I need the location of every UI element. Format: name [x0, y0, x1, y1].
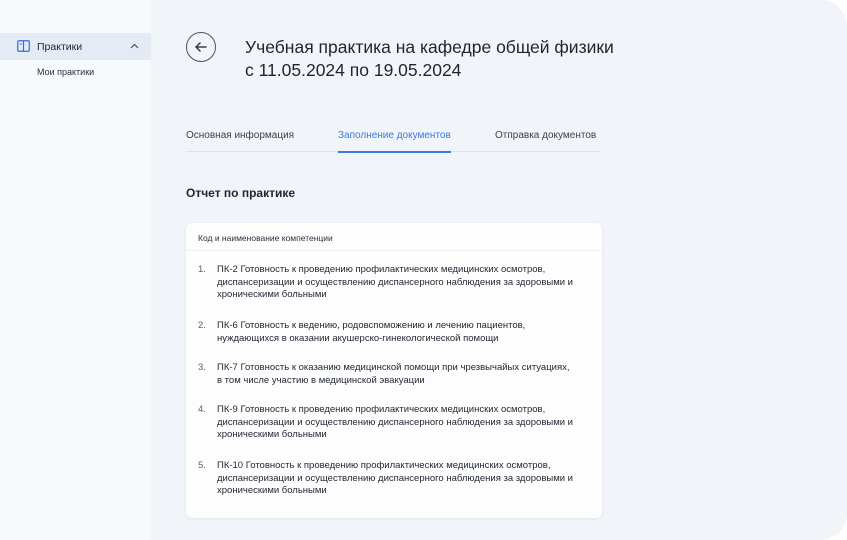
item-number: 1.	[198, 264, 206, 275]
tab-bar: Основная информация Заполнение документо…	[186, 124, 601, 153]
page-title-line2: с 11.05.2024 по 19.05.2024	[245, 60, 462, 80]
tab-fill-documents[interactable]: Заполнение документов	[338, 130, 451, 141]
sidebar: Практики Мои практики	[0, 0, 151, 540]
sidebar-group-practices[interactable]: Практики	[0, 33, 151, 60]
item-text: ПК-9 Готовность к проведению профилактич…	[217, 404, 573, 440]
item-text: ПК-6 Готовность к ведению, родовспоможен…	[217, 320, 526, 344]
back-button[interactable]	[186, 32, 216, 62]
page-title: Учебная практика на кафедре общей физики…	[245, 36, 665, 82]
tab-send-documents[interactable]: Отправка документов	[495, 130, 596, 141]
card-header: Код и наименование компетенции	[198, 233, 333, 243]
item-number: 5.	[198, 460, 206, 471]
arrow-left-icon	[195, 42, 207, 52]
item-text: ПК-7 Готовность к оказанию медицинской п…	[217, 362, 570, 386]
page-title-line1: Учебная практика на кафедре общей физики	[245, 37, 614, 57]
card-divider	[186, 250, 602, 251]
app-frame: Практики Мои практики Учебная практика н…	[0, 0, 847, 540]
active-tab-indicator	[338, 151, 451, 153]
item-number: 3.	[198, 362, 206, 373]
tab-main-info[interactable]: Основная информация	[186, 130, 294, 141]
sidebar-item-my-practices[interactable]: Мои практики	[37, 67, 94, 77]
item-text: ПК-10 Готовность к проведению профилакти…	[217, 460, 573, 496]
item-text: ПК-2 Готовность к проведению профилактич…	[217, 264, 573, 300]
book-icon	[17, 40, 30, 52]
section-title: Отчет по практике	[186, 186, 296, 200]
competencies-card: Код и наименование компетенции 1. ПК-2 Г…	[186, 223, 602, 518]
main-content: Учебная практика на кафедре общей физики…	[151, 0, 847, 540]
sidebar-group-label: Практики	[37, 41, 83, 53]
item-number: 4.	[198, 404, 206, 415]
chevron-up-icon[interactable]	[130, 42, 139, 51]
item-number: 2.	[198, 320, 206, 331]
